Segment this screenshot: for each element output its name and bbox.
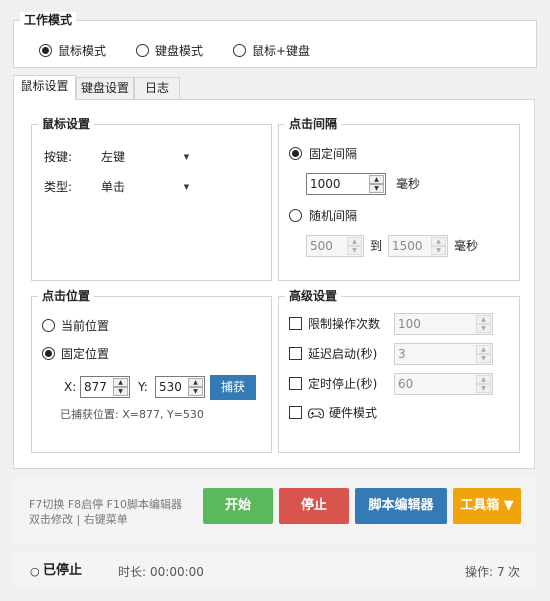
duration-label: 时长:	[118, 565, 147, 579]
random-max-input[interactable]: 1500 ▲ ▼	[388, 235, 448, 257]
click-position-title: 点击位置	[38, 288, 95, 304]
mouse-keyboard-mode-label[interactable]: 鼠标+键盘	[252, 43, 310, 59]
timer-stop-checkbox[interactable]	[289, 377, 302, 390]
advanced-settings-group: 高级设置 限制操作次数 100 ▲ ▼ 延迟启动(秒) 3 ▲ ▼ 定时停止(秒…	[278, 288, 520, 453]
tab-page: 鼠标设置 按键: 左键 ▼ 类型: 单击 ▼ 点击间隔 固定间隔 1000 ▲ …	[13, 99, 535, 469]
random-interval-label[interactable]: 随机间隔	[309, 208, 357, 224]
mouse-hint: 双击修改 | 右键菜单	[29, 513, 128, 526]
x-up-icon[interactable]: ▲	[113, 378, 128, 387]
fixed-position-radio[interactable]	[42, 347, 55, 360]
limit-ops-checkbox[interactable]	[289, 317, 302, 330]
advanced-settings-title: 高级设置	[285, 288, 342, 304]
fixed-interval-input[interactable]: 1000 ▲ ▼	[306, 173, 386, 195]
keyboard-mode-radio[interactable]	[136, 44, 149, 57]
fixed-interval-up-icon[interactable]: ▲	[369, 175, 384, 184]
click-interval-group: 点击间隔 固定间隔 1000 ▲ ▼ 毫秒 随机间隔 500 ▲ ▼ 到 150…	[278, 116, 520, 281]
ops-label: 操作:	[465, 565, 494, 579]
status-state: 已停止	[43, 563, 83, 578]
random-to-label: 到	[370, 239, 383, 253]
delay-start-input[interactable]: 3 ▲ ▼	[394, 343, 493, 365]
mouse-settings-title: 鼠标设置	[38, 116, 95, 132]
x-label: X:	[64, 380, 77, 394]
type-label: 类型:	[44, 180, 73, 194]
delay-start-down-icon[interactable]: ▼	[476, 354, 491, 363]
stop-button[interactable]: 停止	[279, 488, 349, 524]
random-interval-radio[interactable]	[289, 209, 302, 222]
script-editor-button[interactable]: 脚本编辑器	[355, 488, 447, 524]
random-interval-unit: 毫秒	[454, 239, 479, 253]
capture-button[interactable]: 捕获	[210, 375, 256, 400]
mouse-mode-label[interactable]: 鼠标模式	[58, 43, 106, 59]
status-circle-icon: ○	[30, 565, 40, 578]
button-dropdown-arrow-icon[interactable]: ▼	[179, 147, 194, 167]
captured-position-text: 已捕获位置: X=877, Y=530	[60, 408, 204, 421]
fixed-interval-label[interactable]: 固定间隔	[309, 146, 357, 162]
fixed-interval-down-icon[interactable]: ▼	[369, 184, 384, 193]
fixed-interval-unit: 毫秒	[396, 177, 421, 191]
click-interval-title: 点击间隔	[285, 116, 342, 132]
limit-ops-up-icon[interactable]: ▲	[476, 315, 491, 324]
timer-stop-down-icon[interactable]: ▼	[476, 384, 491, 393]
y-up-icon[interactable]: ▲	[188, 378, 203, 387]
type-dropdown-arrow-icon[interactable]: ▼	[179, 177, 194, 197]
timer-stop-up-icon[interactable]: ▲	[476, 375, 491, 384]
toolbox-button[interactable]: 工具箱 ▼	[453, 488, 521, 524]
hardware-mode-label[interactable]: 硬件模式	[329, 405, 377, 421]
delay-start-label[interactable]: 延迟启动(秒)	[308, 346, 377, 362]
timer-stop-input[interactable]: 60 ▲ ▼	[394, 373, 493, 395]
y-coordinate-input[interactable]: 530 ▲ ▼	[155, 376, 205, 398]
delay-start-checkbox[interactable]	[289, 347, 302, 360]
ops-count: 7	[497, 565, 505, 579]
fixed-interval-radio[interactable]	[289, 147, 302, 160]
random-min-down-icon[interactable]: ▼	[347, 246, 362, 255]
current-position-radio[interactable]	[42, 319, 55, 332]
limit-ops-input[interactable]: 100 ▲ ▼	[394, 313, 493, 335]
hotkey-hint: F7切换 F8启停 F10脚本编辑器	[29, 498, 182, 511]
ops-unit: 次	[508, 565, 521, 579]
current-position-label[interactable]: 当前位置	[61, 318, 109, 334]
type-select[interactable]: 单击	[101, 179, 125, 195]
timer-stop-label[interactable]: 定时停止(秒)	[308, 376, 377, 392]
button-select[interactable]: 左键	[101, 149, 125, 165]
button-label: 按键:	[44, 150, 73, 164]
work-mode-title: 工作模式	[20, 12, 77, 28]
status-bar	[13, 553, 537, 587]
mouse-mode-radio[interactable]	[39, 44, 52, 57]
mouse-keyboard-mode-radio[interactable]	[233, 44, 246, 57]
random-min-input[interactable]: 500 ▲ ▼	[306, 235, 364, 257]
duration-value: 00:00:00	[150, 565, 204, 579]
y-down-icon[interactable]: ▼	[188, 387, 203, 396]
keyboard-mode-label[interactable]: 键盘模式	[155, 43, 203, 59]
random-max-up-icon[interactable]: ▲	[431, 237, 446, 246]
limit-ops-down-icon[interactable]: ▼	[476, 324, 491, 333]
hardware-mode-checkbox[interactable]	[289, 406, 302, 419]
work-mode-panel: 工作模式 鼠标模式 键盘模式 鼠标+键盘	[13, 12, 537, 68]
delay-start-up-icon[interactable]: ▲	[476, 345, 491, 354]
x-coordinate-input[interactable]: 877 ▲ ▼	[80, 376, 130, 398]
tab-mouse-settings[interactable]: 鼠标设置	[13, 75, 76, 100]
y-label: Y:	[138, 380, 148, 394]
random-min-up-icon[interactable]: ▲	[347, 237, 362, 246]
tab-log[interactable]: 日志	[134, 77, 180, 99]
gamepad-icon	[307, 406, 325, 420]
x-down-icon[interactable]: ▼	[113, 387, 128, 396]
start-button[interactable]: 开始	[203, 488, 273, 524]
tab-keyboard-settings[interactable]: 键盘设置	[76, 77, 134, 99]
random-max-down-icon[interactable]: ▼	[431, 246, 446, 255]
fixed-position-label[interactable]: 固定位置	[61, 346, 109, 362]
click-position-group: 点击位置 当前位置 固定位置 X: 877 ▲ ▼ Y: 530 ▲ ▼ 捕获 …	[31, 288, 272, 453]
mouse-settings-group: 鼠标设置 按键: 左键 ▼ 类型: 单击 ▼	[31, 116, 272, 281]
limit-ops-label[interactable]: 限制操作次数	[308, 316, 380, 332]
